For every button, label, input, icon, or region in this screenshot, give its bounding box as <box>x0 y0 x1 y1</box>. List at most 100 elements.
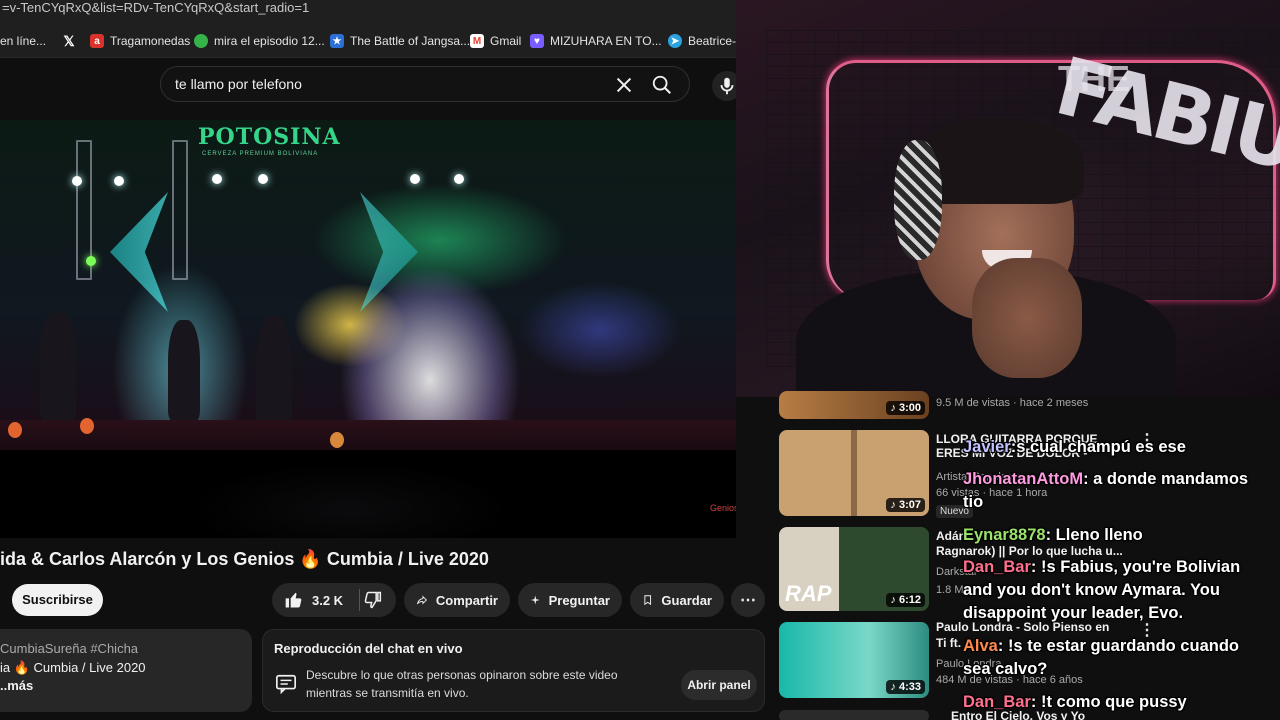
performer <box>40 312 76 420</box>
like-count: 3.2 K <box>312 592 344 608</box>
bookmark-mizuhara[interactable]: ♥ MIZUHARA EN TO... <box>530 31 662 51</box>
chat-message: Javier:s cual champú es ese <box>963 436 1263 459</box>
chat-text: : !t como que pussy <box>1030 693 1187 711</box>
music-icon: ♪ <box>890 594 899 606</box>
bookmark-tragamonedas[interactable]: a Tragamonedas <box>90 31 190 51</box>
video-meta: 1.8 M <box>936 584 964 596</box>
video-title[interactable]: Ti ft. <box>936 636 961 651</box>
video-thumbnail[interactable]: ♪ 4:33 <box>779 622 929 698</box>
duration-badge: ♪ 4:33 <box>886 680 925 694</box>
bookmark-label: en líne... <box>0 34 47 48</box>
video-watermark: Genios <box>710 503 736 513</box>
youtube-header: te llamo por telefono <box>0 58 742 120</box>
chat-message: Eynar8878: Lleno lleno <box>963 524 1263 547</box>
star-icon: ★ <box>330 34 344 48</box>
telegram-icon: ➤ <box>668 34 682 48</box>
chat-message: JhonatanAttoM: a donde mandamos tio <box>963 468 1263 514</box>
ask-label: Preguntar <box>548 592 610 608</box>
share-label: Compartir <box>435 592 498 608</box>
stage-screen-left <box>110 192 168 312</box>
save-button[interactable]: Guardar <box>630 583 724 617</box>
search-input[interactable]: te llamo por telefono <box>175 76 302 92</box>
webcam-overlay: THE FABIUS <box>736 0 1280 397</box>
description-hashtags[interactable]: CumbiaSureña #Chicha <box>0 641 138 656</box>
chat-username: Dan_Bar <box>963 693 1031 711</box>
music-icon: ♪ <box>890 681 899 693</box>
x-logo-icon: 𝕏 <box>63 32 75 49</box>
video-title: ida & Carlos Alarcón y Los Genios 🔥 Cumb… <box>0 549 489 569</box>
bookmark-x[interactable]: 𝕏 <box>62 31 76 51</box>
open-panel-button[interactable]: Abrir panel <box>681 670 757 700</box>
share-icon <box>417 595 428 605</box>
bookmark-battle[interactable]: ★ The Battle of Jangsa... <box>330 31 470 51</box>
video-thumbnail[interactable]: ♪ 3:00 <box>779 391 929 419</box>
balloon <box>80 418 94 434</box>
performer <box>168 320 200 420</box>
bookmark-icon <box>644 595 652 606</box>
leaf-icon <box>194 34 208 48</box>
bookmarks-bar: en líne... 𝕏 a Tragamonedas mira el epis… <box>0 22 745 58</box>
video-title[interactable]: Adán <box>936 529 966 544</box>
video-meta: 9.5 M de vistas · hace 2 meses <box>936 397 1089 409</box>
description-more-link[interactable]: ..más <box>0 678 33 693</box>
video-player[interactable]: POTOSINA CERVEZA PREMIUM BOLIVIANA Genio… <box>0 120 736 538</box>
stage-screen-right <box>360 192 418 312</box>
search-box[interactable]: te llamo por telefono <box>160 66 690 102</box>
thumbnail-text: RAP <box>785 581 832 606</box>
chat-text: : !s te estar guardando cuando sea calvo… <box>963 637 1239 678</box>
balloon <box>330 432 344 448</box>
chat-replay-text: Descubre lo que otras personas opinaron … <box>306 668 618 682</box>
bookmark-label: Gmail <box>490 34 522 48</box>
music-icon: ♪ <box>890 402 899 414</box>
more-actions-button[interactable]: ⋯ <box>731 583 765 617</box>
stage-light <box>454 174 464 184</box>
video-brand-subtitle: CERVEZA PREMIUM BOLIVIANA <box>202 151 319 157</box>
sparkle-icon <box>530 595 540 605</box>
chat-username: Alva <box>963 637 998 655</box>
description-box[interactable]: CumbiaSureña #Chicha ia 🔥 Cumbia / Live … <box>0 629 252 712</box>
bookmark-label: MIZUHARA EN TO... <box>550 34 662 48</box>
bookmark-label: mira el episodio 12... <box>214 34 325 48</box>
subscribe-button[interactable]: Suscribirse <box>12 584 103 616</box>
bookmark-label: The Battle of Jangsa... <box>350 34 471 48</box>
thumbs-up-icon <box>285 592 302 608</box>
bookmark-episodio[interactable]: mira el episodio 12... <box>194 31 325 51</box>
music-icon: ♪ <box>890 499 899 511</box>
duration-badge: ♪ 3:07 <box>886 498 925 512</box>
stage-light <box>72 176 82 186</box>
search-icon[interactable] <box>651 74 673 96</box>
chat-username: Dan_Bar <box>963 558 1031 576</box>
tragamonedas-icon: a <box>90 34 104 48</box>
headset <box>894 140 942 260</box>
bookmark-beatrice[interactable]: ➤ Beatrice-R <box>668 31 745 51</box>
bookmark-1[interactable]: en líne... <box>0 31 46 51</box>
ask-button[interactable]: Preguntar <box>518 583 622 617</box>
description-text: ia 🔥 Cumbia / Live 2020 <box>0 660 146 675</box>
chat-replay-text: mientras se transmitía en vivo. <box>306 686 469 700</box>
video-thumbnail[interactable] <box>779 710 929 720</box>
streamer-hand <box>972 258 1082 378</box>
close-icon[interactable] <box>613 74 635 96</box>
bookmark-label: Tragamonedas <box>110 34 191 48</box>
chat-message: Alva: !s te estar guardando cuando sea c… <box>963 635 1263 681</box>
save-label: Guardar <box>661 592 712 608</box>
stage-light <box>212 174 222 184</box>
microphone-icon <box>720 77 734 95</box>
url-text[interactable]: =v-TenCYqRxQ&list=RDv-TenCYqRxQ&start_ra… <box>2 0 309 16</box>
duration-badge: ♪ 3:00 <box>886 401 925 415</box>
balloon <box>8 422 22 438</box>
address-bar[interactable]: =v-TenCYqRxQ&list=RDv-TenCYqRxQ&start_ra… <box>0 0 736 22</box>
video-thumbnail[interactable]: ♪ 3:07 <box>779 430 929 516</box>
chat-username: JhonatanAttoM <box>963 470 1084 488</box>
dislike-button[interactable] <box>348 583 396 617</box>
stage-light <box>258 174 268 184</box>
chat-username: Eynar8878 <box>963 526 1046 544</box>
chat-icon <box>276 674 296 695</box>
video-thumbnail[interactable]: RAP ♪ 6:12 <box>779 527 929 611</box>
bookmark-gmail[interactable]: M Gmail <box>470 31 521 51</box>
gmail-icon: M <box>470 34 484 48</box>
share-button[interactable]: Compartir <box>404 583 510 617</box>
stage-truss <box>172 140 188 280</box>
heart-icon: ♥ <box>530 34 544 48</box>
chat-replay-card: Reproducción del chat en vivo Descubre l… <box>262 629 765 712</box>
